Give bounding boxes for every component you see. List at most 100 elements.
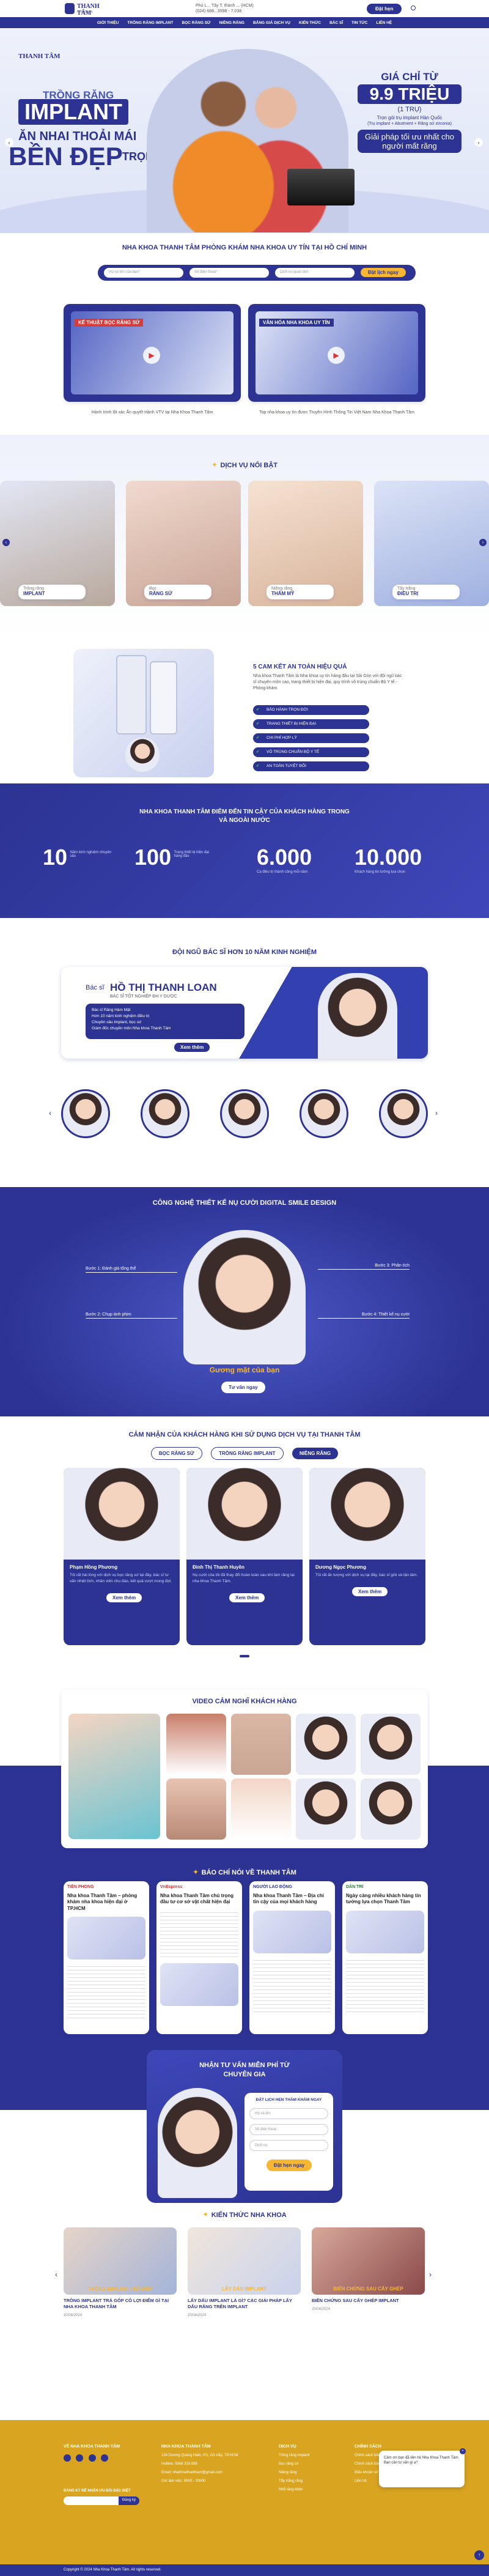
- review-tab[interactable]: NIỀNG RĂNG: [292, 1448, 339, 1459]
- nav-item[interactable]: TRỒNG RĂNG IMPLANT: [127, 21, 173, 25]
- thumbs-next-icon[interactable]: ›: [435, 1109, 438, 1117]
- video-thumb[interactable]: [166, 1778, 226, 1840]
- chat-widget[interactable]: Cảm ơn bạn đã liên hệ Nha Khoa Thanh Tâm…: [379, 2451, 465, 2487]
- intro-section: NHA KHOA THANH TÂM PHÒNG KHÁM NHA KHOA U…: [0, 233, 489, 435]
- review-more-button[interactable]: Xem thêm: [352, 1586, 388, 1596]
- stat-number: 6.000: [257, 845, 312, 870]
- service-select[interactable]: Dịch vụ quan tâm: [275, 268, 355, 278]
- video-thumb[interactable]: [361, 1778, 421, 1840]
- stat-item: 10.000 Khách hàng tin tưởng lựa chọn: [355, 845, 458, 874]
- service-card-implant[interactable]: Trồng răng IMPLANT: [0, 481, 115, 606]
- social-icons: [64, 2454, 155, 2465]
- consult-phone-field[interactable]: Số điện thoại: [249, 2124, 328, 2135]
- chat-message: Cảm ơn bạn đã liên hệ Nha Khoa Thanh Tâm…: [384, 2456, 460, 2465]
- nav-item[interactable]: KIẾN THỨC: [299, 21, 321, 25]
- book-button[interactable]: Đặt hẹn: [367, 4, 402, 14]
- review-more-button[interactable]: Xem thêm: [229, 1593, 265, 1602]
- subscribe-input[interactable]: [64, 2496, 119, 2505]
- footer-link[interactable]: Tẩy trắng răng: [279, 2479, 346, 2483]
- doctors-title: ĐỘI NGŨ BÁC SĨ HƠN 10 NĂM KINH NGHIỆM: [172, 949, 317, 956]
- knowledge-prev-icon[interactable]: ‹: [55, 2270, 57, 2279]
- review-name: Phạm Hồng Phương: [70, 1564, 118, 1570]
- nav-item[interactable]: BỌC RĂNG SỨ: [182, 21, 211, 25]
- doctor-thumb[interactable]: [61, 1089, 110, 1138]
- service-card-treatment[interactable]: Tẩy trắng ĐIỀU TRỊ: [374, 481, 489, 606]
- consult-service-field[interactable]: Dịch vụ: [249, 2140, 328, 2151]
- stat-number: 10.000: [355, 845, 422, 870]
- press-card[interactable]: NGƯỜI LAO ĐỘNG Nha khoa Thanh Tâm – Địa …: [249, 1881, 335, 2034]
- brand-name: THANH TÂM: [77, 3, 100, 17]
- review-tab[interactable]: BỌC RĂNG SỨ: [150, 1447, 202, 1460]
- price-pre: GIÁ CHỈ TỪ: [381, 71, 438, 83]
- search-icon[interactable]: [411, 6, 416, 10]
- stat-label: Năm kinh nghiệm chuyên sâu: [70, 851, 112, 858]
- slider-prev-icon[interactable]: ‹: [5, 138, 13, 147]
- tiktok-icon[interactable]: [88, 2454, 96, 2462]
- footer-line: 124 Dương Quảng Hàm, P.5, Gò Vấp, TP.HCM: [161, 2454, 238, 2457]
- play-icon[interactable]: ▶: [328, 347, 345, 364]
- doctor-info-box: Bác sĩ Răng Hàm Mặt Hơn 10 năm kinh nghi…: [86, 1004, 244, 1039]
- zalo-icon[interactable]: [101, 2454, 109, 2462]
- carousel-prev-icon[interactable]: ‹: [2, 539, 10, 546]
- service-card-veneers[interactable]: Bọc RĂNG SỨ: [126, 481, 241, 606]
- subscribe-button[interactable]: Đăng ký: [119, 2496, 140, 2505]
- chat-close-icon[interactable]: ×: [460, 2448, 466, 2454]
- footer-link[interactable]: Bọc răng sứ: [279, 2462, 346, 2466]
- doctor-thumb[interactable]: [220, 1089, 269, 1138]
- consult-box: NHẬN TƯ VẤN MIỄN PHÍ TỪ CHUYÊN GIA ĐẶT L…: [147, 2050, 342, 2203]
- video-card[interactable]: KẾ THUẬT BỌC RĂNG SỨ ▶: [64, 304, 241, 402]
- scroll-top-icon[interactable]: ↑: [474, 2550, 484, 2560]
- nav-item[interactable]: TIN TỨC: [351, 21, 367, 25]
- slider-next-icon[interactable]: ›: [474, 138, 483, 147]
- knowledge-next-icon[interactable]: ›: [429, 2270, 432, 2279]
- press-card[interactable]: VnExpress Nha khoa Thanh Tâm chú trọng đ…: [156, 1881, 242, 2034]
- carousel-next-icon[interactable]: ›: [479, 539, 487, 546]
- article-card[interactable]: TRỒNG IMPLANT TRẢ GÓP TRỒNG IMPLANT TRẢ …: [64, 2227, 177, 2350]
- nav-item[interactable]: LIÊN HỆ: [376, 21, 392, 25]
- review-more-button[interactable]: Xem thêm: [106, 1593, 142, 1602]
- doctor-thumb[interactable]: [300, 1089, 348, 1138]
- nav-item[interactable]: NIỀNG RĂNG: [219, 21, 244, 25]
- submit-button[interactable]: Đặt lịch ngay: [361, 268, 406, 277]
- doctor-card: Bác sĩ HỒ THỊ THANH LOAN BÁC SĨ TỐT NGHI…: [61, 967, 428, 1059]
- nav-item[interactable]: BẢNG GIÁ DỊCH VỤ: [253, 21, 290, 25]
- nav-item[interactable]: GIỚI THIỆU: [97, 21, 119, 25]
- commit-item: ✔ VÔ TRÙNG CHUẨN BỘ Y TẾ: [253, 747, 369, 757]
- article-card[interactable]: BIẾN CHỨNG SAU CẤY GHÉP BIẾN CHỨNG SAU C…: [312, 2227, 425, 2350]
- press-card[interactable]: TIỀN PHONG Nha khoa Thanh Tâm – phòng kh…: [64, 1881, 149, 2034]
- footer-link[interactable]: Niềng răng: [279, 2471, 346, 2474]
- footer-link[interactable]: Nhổ răng khôn: [279, 2488, 346, 2492]
- dsd-consult-button[interactable]: Tư vấn ngay: [221, 1382, 265, 1393]
- press-image: [67, 1917, 145, 1960]
- consult-name-field[interactable]: Họ và tên: [249, 2108, 328, 2119]
- play-icon[interactable]: ▶: [143, 347, 160, 364]
- doctor-more-button[interactable]: Xem thêm: [174, 1043, 210, 1052]
- doctor-thumb[interactable]: [379, 1089, 428, 1138]
- press-card[interactable]: DÂN TRÍ Ngày càng nhiều khách hàng tin t…: [342, 1881, 428, 2034]
- youtube-icon[interactable]: [76, 2454, 84, 2462]
- service-card-braces[interactable]: Niềng răng THẨM MỸ: [248, 481, 363, 606]
- video-thumb[interactable]: [166, 1714, 226, 1775]
- consult-submit-button[interactable]: Đặt hẹn ngay: [267, 2160, 312, 2171]
- main-video[interactable]: [68, 1714, 160, 1839]
- video-card[interactable]: VĂN HÓA NHA KHOA UY TÍN ▶: [248, 304, 425, 402]
- video-thumb[interactable]: [296, 1714, 356, 1775]
- stat-label: Khách hàng tin tưởng lựa chọn: [355, 870, 406, 874]
- service-pre: Tẩy trắng: [397, 587, 416, 591]
- xray-machine: [116, 655, 147, 735]
- logo[interactable]: THANH TÂM NHA KHOA: [65, 2, 114, 17]
- video-thumb[interactable]: [296, 1778, 356, 1840]
- phone-field[interactable]: Số điện thoại*: [189, 268, 269, 278]
- video-thumb[interactable]: [231, 1778, 291, 1840]
- facebook-icon[interactable]: [64, 2454, 71, 2462]
- press-title: BÁO CHÍ NÓI VỀ THANH TÂM: [201, 1869, 296, 1876]
- video-thumb[interactable]: [361, 1714, 421, 1775]
- doctor-thumb[interactable]: [141, 1089, 189, 1138]
- name-field[interactable]: Họ và tên của bạn*: [104, 268, 183, 278]
- video-thumb[interactable]: [231, 1714, 291, 1775]
- thumbs-prev-icon[interactable]: ‹: [49, 1109, 51, 1117]
- review-tab[interactable]: TRỒNG RĂNG IMPLANT: [211, 1447, 284, 1460]
- footer-link[interactable]: Trồng răng Implant: [279, 2454, 346, 2457]
- nav-item[interactable]: BÁC SĨ: [329, 21, 343, 25]
- article-card[interactable]: LẤY DẤU IMPLANT LẤY DẤU IMPLANT LÀ GÌ? C…: [188, 2227, 301, 2350]
